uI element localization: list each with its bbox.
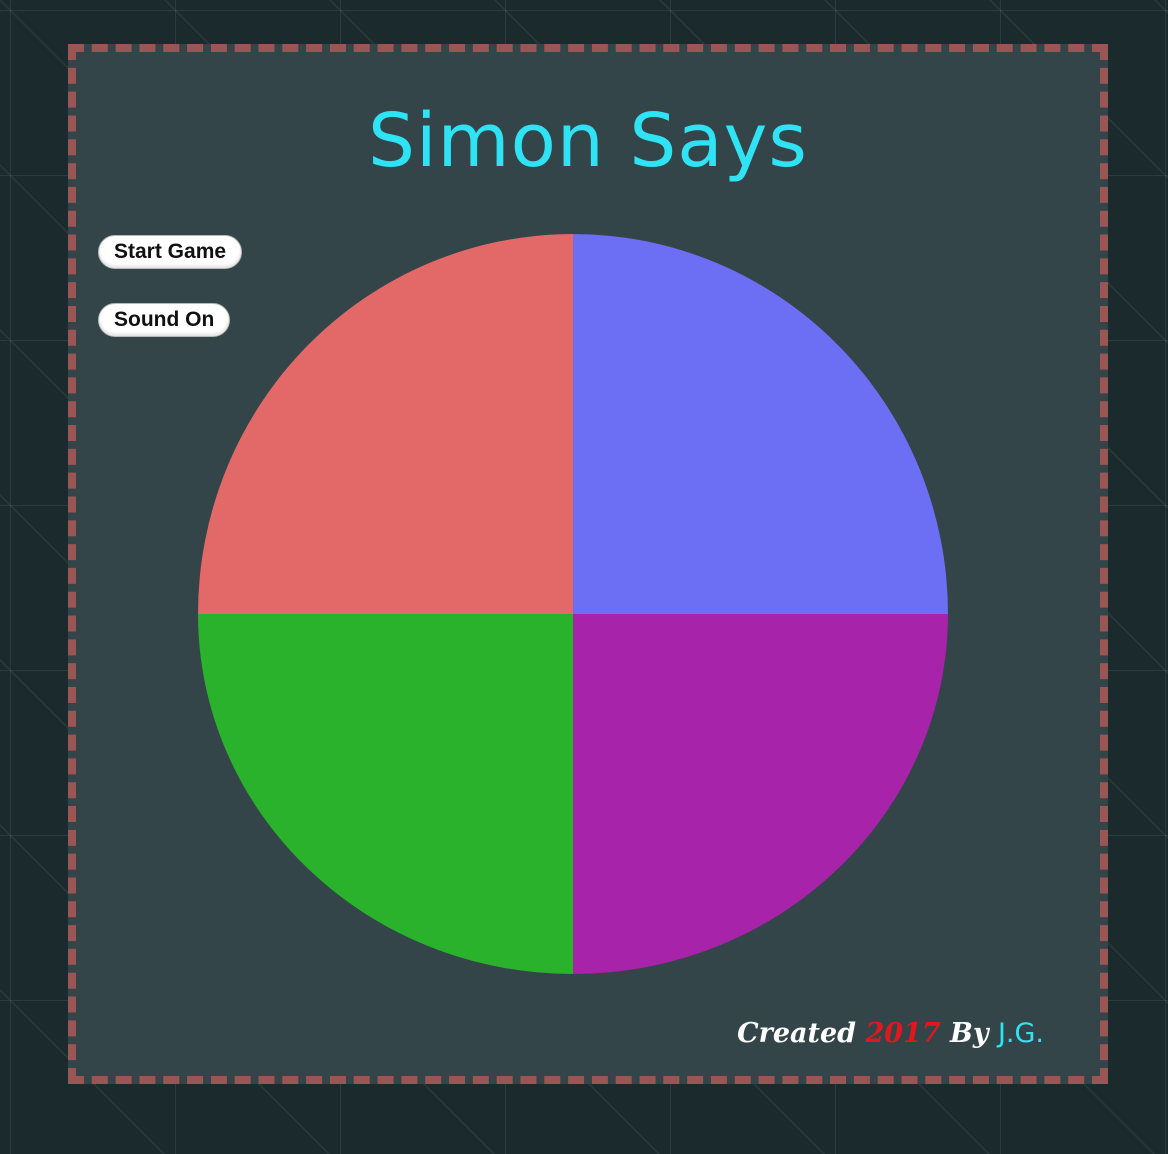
blue-pad[interactable] [573, 234, 948, 614]
credit-by: By [950, 1018, 989, 1049]
credit-author: J.G. [997, 1018, 1044, 1049]
red-pad[interactable] [198, 234, 573, 614]
game-title: Simon Says [368, 98, 808, 184]
credit-created: Created [737, 1018, 857, 1049]
game-frame: Simon Says Start Game Sound On Created 2… [68, 44, 1108, 1084]
simon-board [198, 234, 948, 974]
purple-pad[interactable] [573, 614, 948, 974]
green-pad[interactable] [198, 614, 573, 974]
credit-line: Created 2017 By J.G. [737, 1018, 1044, 1049]
credit-year: 2017 [865, 1018, 941, 1049]
